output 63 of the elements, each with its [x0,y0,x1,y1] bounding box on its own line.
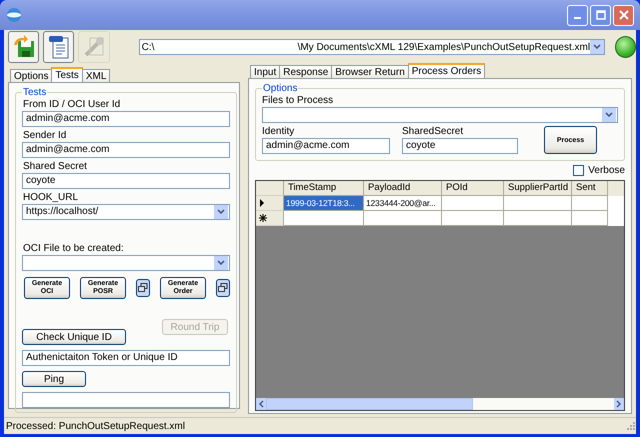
oci-file-combo[interactable] [22,255,230,271]
document-icon [46,35,71,59]
close-button[interactable] [613,4,634,26]
field-label: From ID / OCI User Id [22,98,122,111]
tab[interactable]: Input [250,65,280,78]
token-field[interactable]: Authenictaiton Token or Unique ID [22,350,230,366]
scroll-left-icon [256,398,266,410]
close-icon [618,10,628,20]
maximize-button[interactable] [590,4,611,26]
path-drive: C:\ [142,42,156,52]
minimize-button[interactable] [567,4,588,26]
text-field[interactable]: coyote [22,173,230,189]
window-button[interactable] [216,279,230,297]
field-label: OCI File to be created: [22,242,125,255]
tab[interactable]: Response [279,65,332,78]
identity-field[interactable]: admin@acme.com [262,138,390,154]
row-header[interactable] [256,196,284,211]
field-label: Identity [262,125,296,138]
path-combo[interactable]: C:\ \My Documents\cXML 129\Examples\PunchOutSetupRequest.xml [138,39,605,55]
window-button[interactable] [136,279,150,297]
table-cell: 1999-03-12T18:3... [284,196,364,211]
checkbox[interactable] [573,165,584,176]
tab[interactable]: Options [10,69,52,82]
tab[interactable]: Tests [51,67,83,82]
save-button[interactable] [8,31,40,63]
current-row-icon [259,199,265,207]
field-label: HOOK_URL [22,191,80,204]
globe-icon [6,7,22,23]
xml-document-button[interactable] [43,31,74,63]
horizontal-scrollbar[interactable] [256,398,624,410]
status-text: Processed: PunchOutSetupRequest.xml [6,420,185,432]
floppy-disk-icon [12,35,36,59]
row-header[interactable] [256,211,284,226]
group-title: Options [262,83,298,94]
ping-result-field[interactable] [22,392,230,408]
windows-icon [218,283,228,293]
table-cell [442,211,504,226]
field-label: Files to Process [262,94,334,107]
tab[interactable]: Process Orders [408,63,486,78]
files-combo[interactable] [262,107,618,123]
maximize-icon [596,10,606,20]
table-cell [572,211,608,226]
checkbox-label: Verbose [588,164,625,177]
field-label: Shared Secret [22,160,88,173]
scroll-thumb[interactable] [266,398,473,410]
field-label: Sender Id [22,129,68,142]
minimize-icon [574,17,581,19]
text-field[interactable]: admin@acme.com [22,111,230,127]
resize-grip-icon [626,421,636,431]
path-rest: \My Documents\cXML 129\Examples\PunchOutSetupRequest.xml [298,42,590,52]
tab[interactable]: Browser Return [331,65,409,78]
field-label: SharedSecret [402,125,464,138]
table-cell [504,211,572,226]
tab[interactable]: XML [82,69,110,82]
check-unique-id-button[interactable]: Check Unique ID [22,329,126,345]
windows-icon [138,283,148,293]
text-field[interactable]: admin@acme.com [22,142,230,158]
ping-button[interactable]: Ping [22,371,86,387]
url-combo[interactable]: https://localhost/ [22,204,230,220]
secret-field[interactable]: coyote [402,138,518,154]
scroll-right-icon [614,398,624,410]
new-row-icon [259,214,267,222]
group-title: Tests [22,87,48,98]
